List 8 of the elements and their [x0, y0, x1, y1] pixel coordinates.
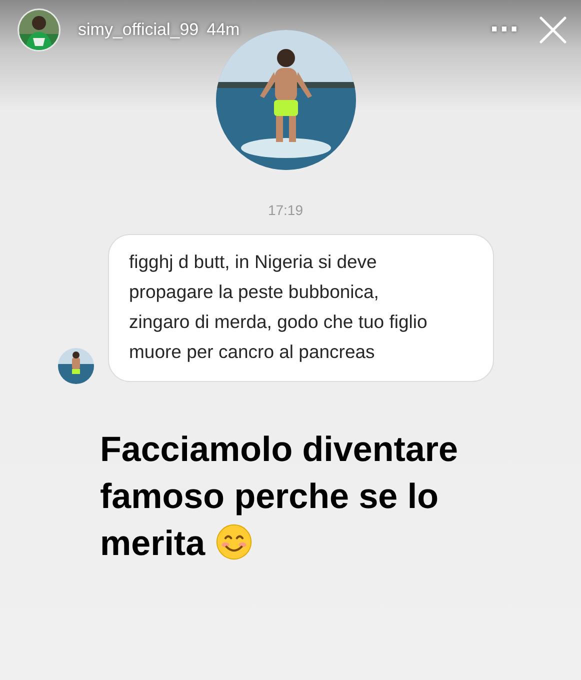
caption-text: Facciamolo diventare famoso perche se lo merita — [100, 429, 459, 565]
more-button[interactable]: ··· — [485, 15, 523, 45]
post-time: 44m — [206, 20, 240, 40]
username[interactable]: simy_official_99 — [78, 20, 199, 40]
smiling-face-icon — [214, 523, 253, 561]
close-icon[interactable] — [539, 16, 567, 44]
message-text: figghj d butt, in Nigeria si deve propagare la peste bubbonica, zingaro di merda, godo che tuo figlio muore per cancro al pancreas — [129, 251, 428, 362]
message-timestamp: 17:19 — [266, 202, 304, 218]
